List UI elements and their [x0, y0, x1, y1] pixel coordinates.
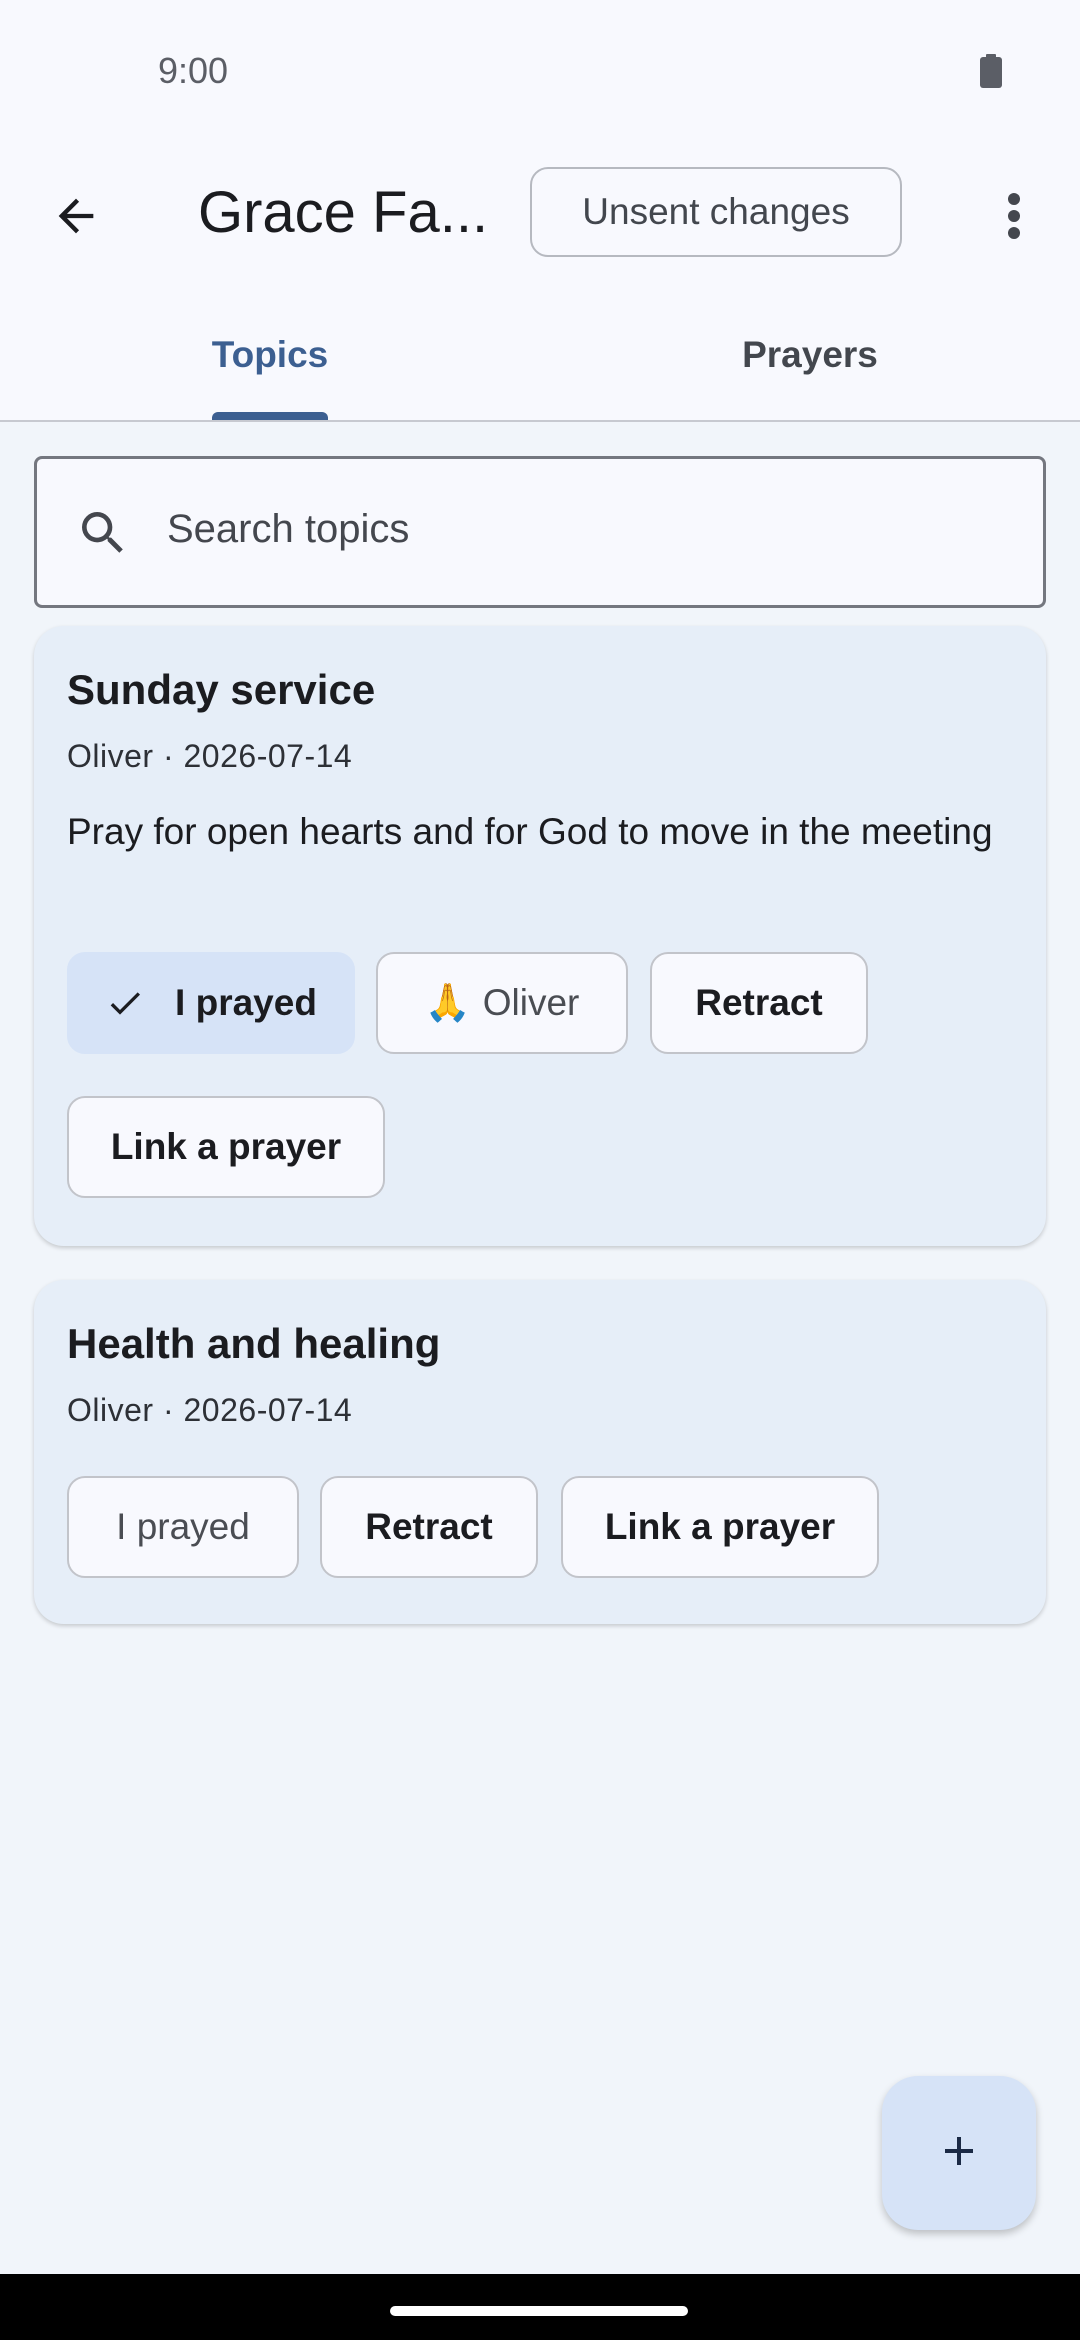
i-prayed-button[interactable]: I prayed — [67, 1476, 299, 1578]
back-button[interactable] — [34, 176, 118, 260]
arrow-back-icon — [50, 190, 102, 247]
unsent-changes-button[interactable]: Unsent changes — [530, 167, 902, 257]
status-bar: 9:00 — [0, 0, 1080, 140]
tab-divider — [0, 420, 1080, 422]
page-title: Grace Fa... — [198, 180, 489, 245]
check-icon — [105, 983, 145, 1023]
retract-button[interactable]: Retract — [320, 1476, 538, 1578]
tab-topics[interactable]: Topics — [0, 290, 540, 420]
search-icon — [75, 505, 131, 561]
search-input[interactable]: Search topics — [34, 456, 1046, 608]
tab-indicator — [212, 412, 328, 420]
home-indicator[interactable] — [390, 2306, 688, 2316]
topic-body: Pray for open hearts and for God to move… — [67, 811, 993, 852]
battery-full-icon — [980, 54, 1002, 88]
search-placeholder: Search topics — [167, 507, 410, 551]
retract-button[interactable]: Retract — [650, 952, 868, 1054]
i-prayed-label: I prayed — [175, 982, 317, 1023]
prayed-by-name: Oliver — [482, 982, 580, 1023]
more-options-button[interactable] — [972, 176, 1056, 260]
topic-title: Health and healing — [67, 1320, 441, 1367]
link-prayer-button[interactable]: Link a prayer — [67, 1096, 385, 1198]
tab-prayers[interactable]: Prayers — [540, 290, 1080, 420]
prayed-by-chip[interactable]: 🙏 Oliver — [376, 952, 628, 1054]
status-time: 9:00 — [158, 50, 229, 91]
topic-meta: Oliver · 2026-07-14 — [67, 1392, 353, 1428]
add-icon — [935, 2127, 983, 2180]
i-prayed-button[interactable]: I prayed — [67, 952, 355, 1054]
app-bar: Grace Fa... Unsent changes — [0, 150, 1080, 276]
topic-meta: Oliver · 2026-07-14 — [67, 738, 353, 774]
tab-bar: Topics Prayers — [0, 290, 1080, 422]
praying-hands-icon: 🙏 — [424, 981, 471, 1023]
topic-title: Sunday service — [67, 666, 376, 713]
more-vert-icon — [1007, 192, 1021, 245]
topic-card[interactable]: Health and healing Oliver · 2026-07-14 I… — [34, 1280, 1046, 1624]
add-topic-button[interactable] — [882, 2076, 1036, 2230]
topic-card[interactable]: Sunday service Oliver · 2026-07-14 Pray … — [34, 626, 1046, 1246]
link-prayer-button[interactable]: Link a prayer — [561, 1476, 879, 1578]
